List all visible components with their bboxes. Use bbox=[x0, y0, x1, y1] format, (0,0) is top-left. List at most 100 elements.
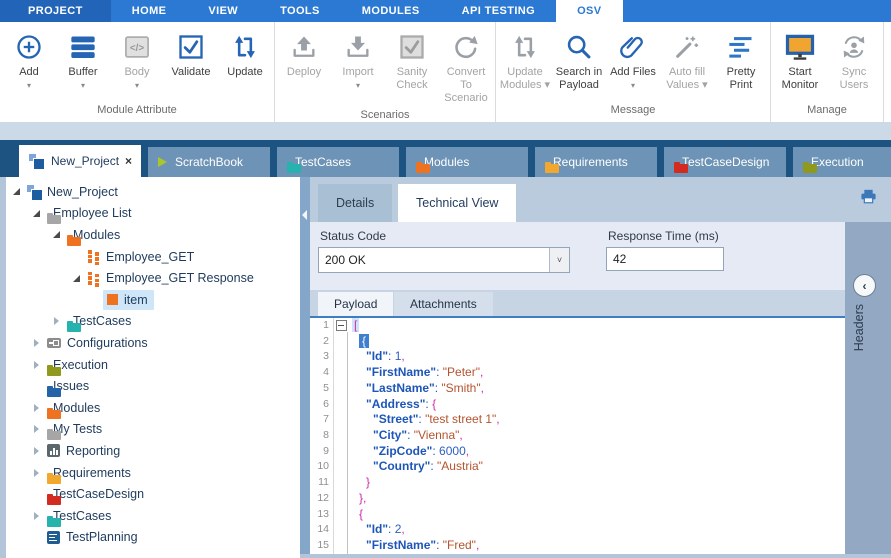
menu-item-view[interactable]: VIEW bbox=[187, 0, 259, 22]
update-modules-button[interactable]: UpdateModules ▾ bbox=[499, 28, 551, 92]
close-icon[interactable]: × bbox=[125, 154, 132, 168]
expand-arrow-icon[interactable] bbox=[50, 317, 63, 325]
headers-side-panel[interactable]: ‹ Headers bbox=[845, 222, 891, 554]
tree-item-employee_get-response[interactable]: Employee_GET Response bbox=[6, 267, 300, 289]
expand-arrow-icon[interactable] bbox=[30, 425, 43, 433]
update-button[interactable]: Update bbox=[219, 28, 271, 79]
tab-payload[interactable]: Payload bbox=[318, 292, 393, 316]
dropdown-arrow-icon[interactable]: ▾ bbox=[135, 81, 139, 90]
dropdown-arrow-icon[interactable]: ▾ bbox=[631, 81, 635, 90]
line-number: 2 bbox=[310, 334, 334, 350]
fold-toggle-icon[interactable] bbox=[334, 318, 348, 334]
ribbon-button-label: Convert ToScenario bbox=[440, 66, 492, 105]
expand-arrow-icon[interactable] bbox=[10, 188, 23, 195]
tree-item-content: Requirements bbox=[43, 463, 137, 483]
body-button[interactable]: </>Body ▾ bbox=[111, 28, 163, 90]
doc-tab-label: ScratchBook bbox=[175, 155, 243, 169]
payload-code-editor[interactable]: 1[2{3"Id": 1,4"FirstName": "Peter",5"Las… bbox=[310, 318, 845, 554]
convert-to-scenario-button[interactable]: Convert ToScenario bbox=[440, 28, 492, 105]
expand-arrow-icon[interactable] bbox=[30, 361, 43, 369]
doc-tab-scratchbook[interactable]: ScratchBook bbox=[148, 147, 270, 177]
code-line: 5"LastName": "Smith", bbox=[310, 381, 845, 397]
doc-tab-new_project[interactable]: New_Project× bbox=[19, 145, 141, 177]
dropdown-arrow-icon[interactable]: ▾ bbox=[356, 81, 360, 90]
expand-arrow-icon[interactable] bbox=[30, 339, 43, 347]
print-button[interactable] bbox=[860, 189, 877, 209]
code-text: "Street": "test street 1", bbox=[348, 412, 500, 428]
import-button[interactable]: Import▾ bbox=[332, 28, 384, 90]
dropdown-arrow-icon[interactable]: ▾ bbox=[81, 81, 85, 90]
headers-panel-label: Headers bbox=[852, 304, 866, 351]
doc-tab-testcasedesign[interactable]: TestCaseDesign bbox=[664, 147, 786, 177]
menu-item-modules[interactable]: MODULES bbox=[341, 0, 441, 22]
sync-users-button[interactable]: Sync Users bbox=[828, 28, 880, 92]
tree-item-content: Issues bbox=[43, 376, 95, 396]
menu-item-osv[interactable]: OSV bbox=[556, 0, 622, 22]
tab-attachments[interactable]: Attachments bbox=[394, 292, 493, 316]
tree-item-configurations[interactable]: Configurations bbox=[6, 332, 300, 354]
menu-item-tools[interactable]: TOOLS bbox=[259, 0, 341, 22]
expand-arrow-icon[interactable] bbox=[30, 512, 43, 520]
add-button[interactable]: Add ▾ bbox=[3, 28, 55, 90]
menu-item-api-testing[interactable]: API TESTING bbox=[441, 0, 556, 22]
doc-tab-execution[interactable]: Execution bbox=[793, 147, 891, 177]
deploy-button[interactable]: Deploy bbox=[278, 28, 330, 79]
tree-item-modules[interactable]: Modules bbox=[6, 224, 300, 246]
tree-item-label: Configurations bbox=[67, 336, 148, 350]
tree-item-new_project[interactable]: New_Project bbox=[6, 181, 300, 203]
start-monitor-button[interactable]: StartMonitor bbox=[774, 28, 826, 92]
tree-item-execution[interactable]: Execution bbox=[6, 354, 300, 376]
deploy-icon bbox=[290, 28, 318, 66]
ribbon-button-label: Body bbox=[124, 66, 149, 79]
doc-tab-testcases[interactable]: TestCases bbox=[277, 147, 399, 177]
menu-item-home[interactable]: HOME bbox=[111, 0, 188, 22]
chevron-down-icon[interactable]: ˅ bbox=[549, 248, 569, 272]
tree-item-testcasedesign[interactable]: TestCaseDesign bbox=[6, 483, 300, 505]
tree-item-employee_get[interactable]: Employee_GET bbox=[6, 246, 300, 268]
tree-item-reporting[interactable]: Reporting bbox=[6, 440, 300, 462]
expand-arrow-icon[interactable] bbox=[30, 404, 43, 412]
status-code-label: Status Code bbox=[320, 229, 386, 243]
expand-arrow-icon[interactable] bbox=[50, 231, 63, 238]
expand-arrow-icon[interactable] bbox=[30, 469, 43, 477]
tree-item-item[interactable]: item bbox=[6, 289, 300, 311]
ribbon-button-label: Buffer bbox=[68, 66, 97, 79]
splitter-collapse-arrow-icon[interactable] bbox=[302, 210, 307, 220]
auto-fill-values-button[interactable]: Auto fillValues ▾ bbox=[661, 28, 713, 92]
menu-item-project[interactable]: PROJECT bbox=[0, 0, 111, 22]
status-code-select[interactable]: 200 OK ˅ bbox=[318, 247, 570, 273]
tree-item-issues[interactable]: Issues bbox=[6, 375, 300, 397]
buffer-button[interactable]: Buffer ▾ bbox=[57, 28, 109, 90]
detail-tab-header: Details Technical View bbox=[310, 177, 891, 222]
expand-arrow-icon[interactable] bbox=[30, 210, 43, 217]
tree-item-my-tests[interactable]: My Tests bbox=[6, 419, 300, 441]
ribbon-button-label: Add bbox=[19, 66, 39, 79]
validate-button[interactable]: Validate bbox=[165, 28, 217, 79]
tree-item-requirements[interactable]: Requirements bbox=[6, 462, 300, 484]
ribbon-button-label: StartMonitor bbox=[782, 66, 819, 92]
ribbon-group-title: Module Attribute bbox=[2, 100, 272, 122]
dropdown-arrow-icon[interactable]: ▾ bbox=[27, 81, 31, 90]
expand-arrow-icon[interactable] bbox=[70, 275, 83, 282]
project-tree-panel[interactable]: New_ProjectEmployee ListModulesEmployee_… bbox=[6, 177, 300, 558]
expand-arrow-icon[interactable] bbox=[30, 447, 43, 455]
response-time-input[interactable] bbox=[606, 247, 724, 271]
doc-tab-modules[interactable]: Modules bbox=[406, 147, 528, 177]
sanity-check-button[interactable]: SanityCheck bbox=[386, 28, 438, 92]
doc-tab-requirements[interactable]: Requirements bbox=[535, 147, 657, 177]
tab-technical-view[interactable]: Technical View bbox=[398, 184, 516, 222]
tree-item-testplanning[interactable]: TestPlanning bbox=[6, 527, 300, 549]
tab-details[interactable]: Details bbox=[318, 184, 392, 222]
panel-splitter[interactable] bbox=[300, 177, 310, 554]
tree-item-employee-list[interactable]: Employee List bbox=[6, 203, 300, 225]
search-in-payload-button[interactable]: Search inPayload bbox=[553, 28, 605, 92]
pretty-print-button[interactable]: PrettyPrint bbox=[715, 28, 767, 92]
tree-item-modules[interactable]: Modules bbox=[6, 397, 300, 419]
tree-item-testcases[interactable]: TestCases bbox=[6, 311, 300, 333]
chevron-left-icon[interactable]: ‹ bbox=[853, 274, 876, 297]
tree-item-testcases[interactable]: TestCases bbox=[6, 505, 300, 527]
code-text: }, bbox=[348, 491, 366, 507]
add-files-button[interactable]: Add Files▾ bbox=[607, 28, 659, 90]
body-icon: </> bbox=[123, 28, 151, 66]
response-form: Status Code 200 OK ˅ Response Time (ms) bbox=[310, 222, 845, 290]
